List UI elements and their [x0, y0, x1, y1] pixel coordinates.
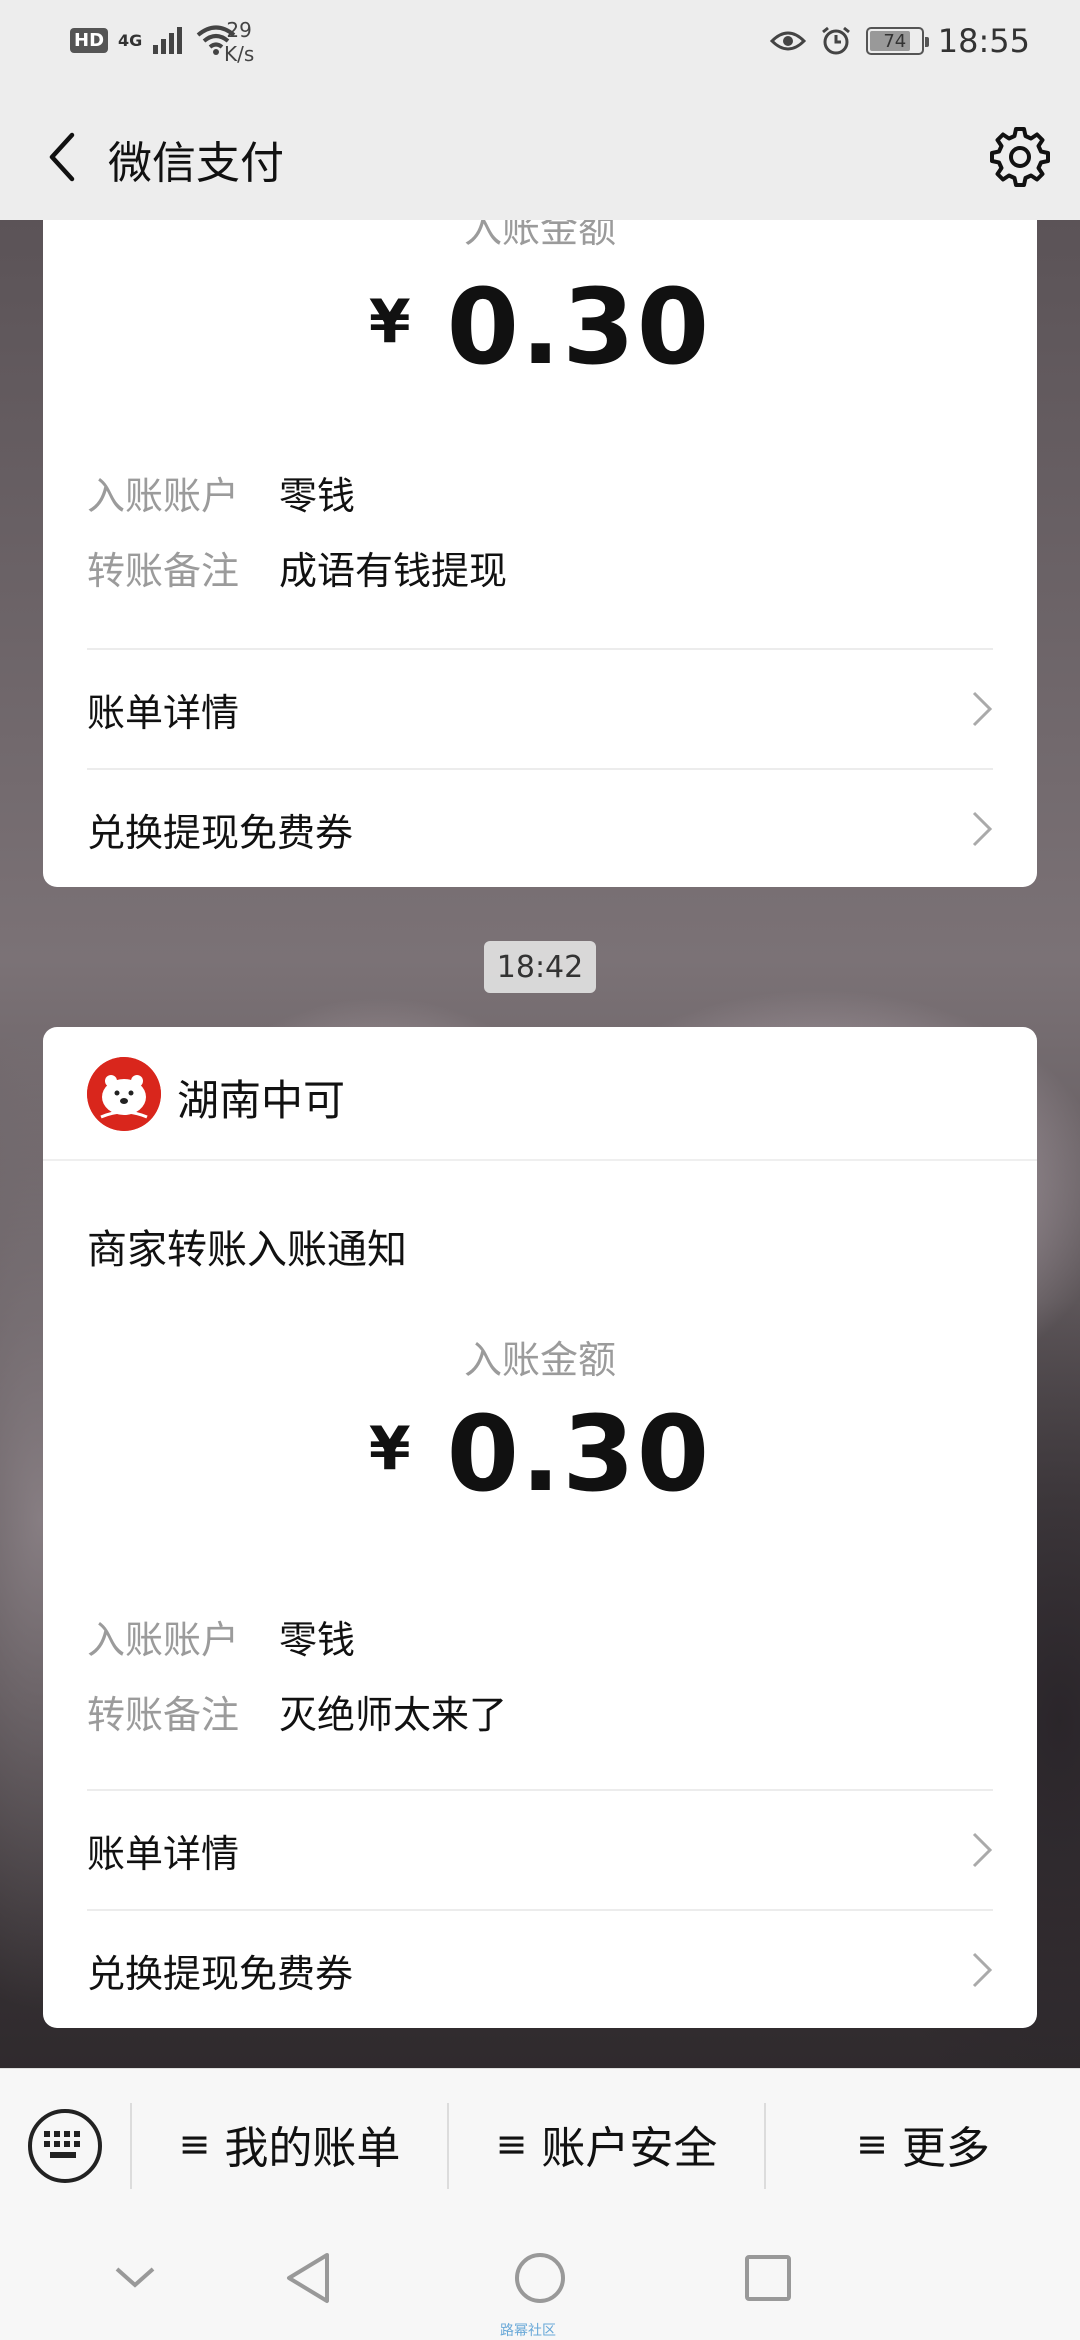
- signal-icon: [153, 27, 183, 54]
- merchant-logo: [87, 1057, 161, 1131]
- status-time: 18:55: [937, 22, 1030, 60]
- notification-title: 商家转账入账通知: [87, 1227, 407, 1273]
- remark-row: 转账备注 灭绝师太来了: [87, 1684, 507, 1739]
- title-bar: 微信支付: [0, 95, 1080, 220]
- account-row: 入账账户 零钱: [87, 1609, 355, 1664]
- battery-icon: 74: [865, 27, 929, 55]
- bottom-menu: ≡ 我的账单 ≡ 账户安全 ≡ 更多: [0, 2068, 1080, 2218]
- hd-indicator: HD: [70, 27, 109, 53]
- account-value: 零钱: [279, 474, 356, 518]
- watermark-text: 路幂社区: [500, 2323, 556, 2339]
- amount-row: ¥ 0.30: [43, 1402, 1037, 1506]
- voucher-link[interactable]: 兑换提现免费券: [87, 770, 993, 888]
- chevron-down-icon: [115, 2267, 155, 2288]
- bill-details-link[interactable]: 账单详情: [87, 1791, 993, 1909]
- voucher-label: 兑换提现免费券: [87, 810, 354, 855]
- account-key: 入账账户: [87, 1618, 240, 1662]
- chevron-right-icon: [972, 1952, 993, 1988]
- currency-symbol: ¥: [368, 1414, 411, 1484]
- card1-remark-row: 转账备注 成语有钱提现: [87, 540, 507, 595]
- system-nav-bar: 路幂社区: [0, 2218, 1080, 2340]
- message-timestamp: 18:42: [484, 941, 596, 993]
- battery-percent: 74: [883, 30, 907, 52]
- account-value: 零钱: [279, 1618, 356, 1662]
- chevron-right-icon: [972, 1832, 993, 1868]
- nav-hide-button[interactable]: [95, 2238, 175, 2318]
- merchant-header[interactable]: 湖南中可: [43, 1027, 1037, 1161]
- amount-label: 入账金额: [463, 220, 616, 251]
- card1-account-row: 入账账户 零钱: [87, 465, 355, 520]
- amount-value: 0.30: [446, 1393, 712, 1515]
- currency-symbol: ¥: [368, 287, 411, 357]
- speed-value: 29: [226, 18, 252, 42]
- menu-account-security[interactable]: ≡ 账户安全: [449, 2109, 764, 2179]
- menu-icon: ≡: [856, 2122, 888, 2166]
- remark-value: 灭绝师太来了: [279, 1693, 508, 1737]
- triangle-back-icon: [287, 2253, 329, 2303]
- back-button[interactable]: [30, 125, 94, 189]
- network-type: 4G: [118, 30, 143, 50]
- bill-details-label: 账单详情: [87, 1831, 240, 1876]
- page-title: 微信支付: [108, 138, 284, 189]
- bill-details-label: 账单详情: [87, 690, 240, 735]
- remark-key: 转账备注: [87, 1693, 240, 1737]
- nav-recents-button[interactable]: [728, 2238, 808, 2318]
- keyboard-toggle-button[interactable]: [28, 2109, 102, 2183]
- status-bar: HD 4G 29 K/s 74 18:55: [0, 0, 1080, 95]
- gear-icon: [990, 127, 1050, 187]
- remark-key: 转账备注: [87, 549, 240, 593]
- remark-value: 成语有钱提现: [279, 549, 508, 593]
- network-speed: 29 K/s: [224, 18, 254, 66]
- voucher-label: 兑换提现免费券: [87, 1951, 354, 1996]
- nav-home-button[interactable]: [500, 2238, 580, 2318]
- voucher-link[interactable]: 兑换提现免费券: [87, 1911, 993, 2028]
- speed-unit: K/s: [224, 42, 255, 66]
- eye-icon: [769, 31, 806, 51]
- chevron-left-icon: [49, 132, 75, 182]
- amount-label: 入账金额: [463, 1338, 616, 1382]
- account-key: 入账账户: [87, 474, 240, 518]
- merchant-name: 湖南中可: [177, 1076, 346, 1125]
- nav-back-button[interactable]: [268, 2238, 348, 2318]
- amount-value: 0.30: [446, 266, 712, 388]
- square-recents-icon: [745, 2255, 791, 2301]
- menu-my-bills[interactable]: ≡ 我的账单: [132, 2109, 447, 2179]
- menu-my-bills-label: 我的账单: [224, 2123, 401, 2174]
- menu-account-security-label: 账户安全: [541, 2123, 718, 2174]
- menu-more-label: 更多: [901, 2123, 990, 2174]
- chevron-right-icon: [972, 691, 993, 727]
- amount-row: ¥ 0.30: [43, 275, 1037, 379]
- bill-details-link[interactable]: 账单详情: [87, 650, 993, 768]
- menu-icon: ≡: [495, 2122, 528, 2166]
- menu-icon: ≡: [178, 2122, 211, 2166]
- transfer-card-2[interactable]: 湖南中可 商家转账入账通知 入账金额 ¥ 0.30 入账账户 零钱 转账备注 灭…: [43, 1027, 1037, 2028]
- menu-more[interactable]: ≡ 更多: [766, 2109, 1080, 2179]
- alarm-icon: [821, 26, 850, 55]
- keyboard-icon: [44, 2131, 80, 2158]
- circle-home-icon: [515, 2253, 565, 2303]
- chevron-right-icon: [972, 811, 993, 847]
- settings-button[interactable]: [984, 121, 1056, 193]
